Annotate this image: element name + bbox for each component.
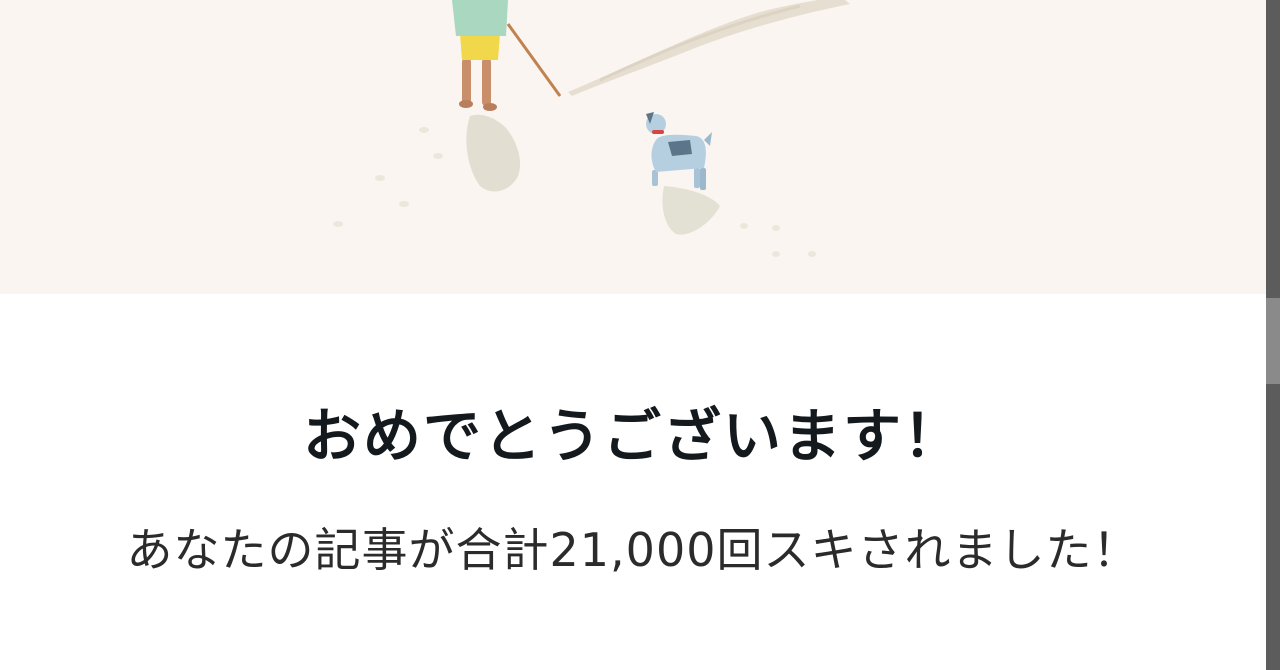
scrollbar-thumb[interactable] [1266,298,1280,384]
congratulations-dialog: おめでとうございます！ あなたの記事が合計21,000回スキされました！ [0,0,1266,670]
dialog-message: あなたの記事が合計21,000回スキされました！ [126,523,1140,577]
celebration-illustration [0,0,1266,294]
dialog-title: おめでとうございます！ [302,402,963,470]
beach-walk-illustration [333,0,850,257]
